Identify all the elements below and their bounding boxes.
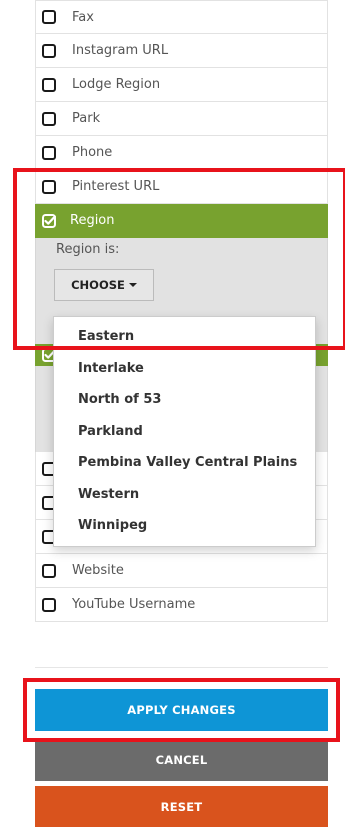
- caret-down-icon: [128, 283, 137, 287]
- filter-item-label: Fax: [72, 9, 94, 25]
- filter-item-label: Website: [72, 563, 124, 578]
- filter-item-lodge-region[interactable]: Lodge Region: [35, 68, 328, 102]
- filter-item-website[interactable]: Website: [35, 554, 328, 588]
- dropdown-option-north-of-53[interactable]: North of 53: [54, 384, 315, 416]
- choose-label: CHOOSE: [71, 278, 125, 292]
- filter-item-label: YouTube Username: [72, 597, 196, 612]
- filter-item-youtube-username[interactable]: YouTube Username: [35, 588, 328, 622]
- dropdown-option-parkland[interactable]: Parkland: [54, 416, 315, 448]
- apply-changes-button[interactable]: APPLY CHANGES: [35, 689, 328, 731]
- checkbox-icon[interactable]: [42, 597, 56, 612]
- dropdown-option-interlake[interactable]: Interlake: [54, 353, 315, 385]
- divider: [35, 667, 328, 668]
- checkbox-icon[interactable]: [42, 145, 56, 160]
- checked-checkbox-icon[interactable]: [42, 213, 56, 228]
- filter-item-phone[interactable]: Phone: [35, 136, 328, 170]
- region-dropdown-menu: Eastern Interlake North of 53 Parkland P…: [53, 316, 316, 547]
- cancel-button[interactable]: CANCEL: [35, 739, 328, 781]
- checkbox-icon[interactable]: [42, 43, 56, 58]
- page: Fax Instagram URL Lodge Region Park Phon…: [0, 0, 345, 827]
- filter-item-fax[interactable]: Fax: [35, 0, 328, 34]
- choose-region-dropdown-button[interactable]: CHOOSE: [54, 269, 154, 301]
- filter-item-pinterest-url[interactable]: Pinterest URL: [35, 170, 328, 204]
- filter-item-label: Lodge Region: [72, 77, 161, 92]
- checkbox-icon[interactable]: [42, 77, 56, 92]
- filter-item-instagram-url[interactable]: Instagram URL: [35, 34, 328, 68]
- filter-item-label: Region: [70, 213, 115, 228]
- filter-item-label: Instagram URL: [72, 43, 169, 58]
- filter-item-label: Park: [72, 111, 101, 126]
- filter-item-label: Phone: [72, 145, 113, 160]
- checkbox-icon[interactable]: [42, 10, 56, 24]
- filter-item-region[interactable]: Region: [35, 204, 328, 238]
- dropdown-option-winnipeg[interactable]: Winnipeg: [54, 510, 315, 542]
- dropdown-option-pembina-valley-central-plains[interactable]: Pembina Valley Central Plains: [54, 447, 315, 479]
- reset-button[interactable]: RESET: [35, 786, 328, 827]
- dropdown-option-western[interactable]: Western: [54, 479, 315, 511]
- filter-item-park[interactable]: Park: [35, 102, 328, 136]
- dropdown-option-eastern[interactable]: Eastern: [54, 321, 315, 353]
- filter-item-label: Pinterest URL: [72, 179, 160, 194]
- checkbox-icon[interactable]: [42, 179, 56, 194]
- checkbox-icon[interactable]: [42, 111, 56, 126]
- region-condition-label: Region is:: [56, 242, 120, 257]
- checkbox-icon[interactable]: [42, 563, 56, 578]
